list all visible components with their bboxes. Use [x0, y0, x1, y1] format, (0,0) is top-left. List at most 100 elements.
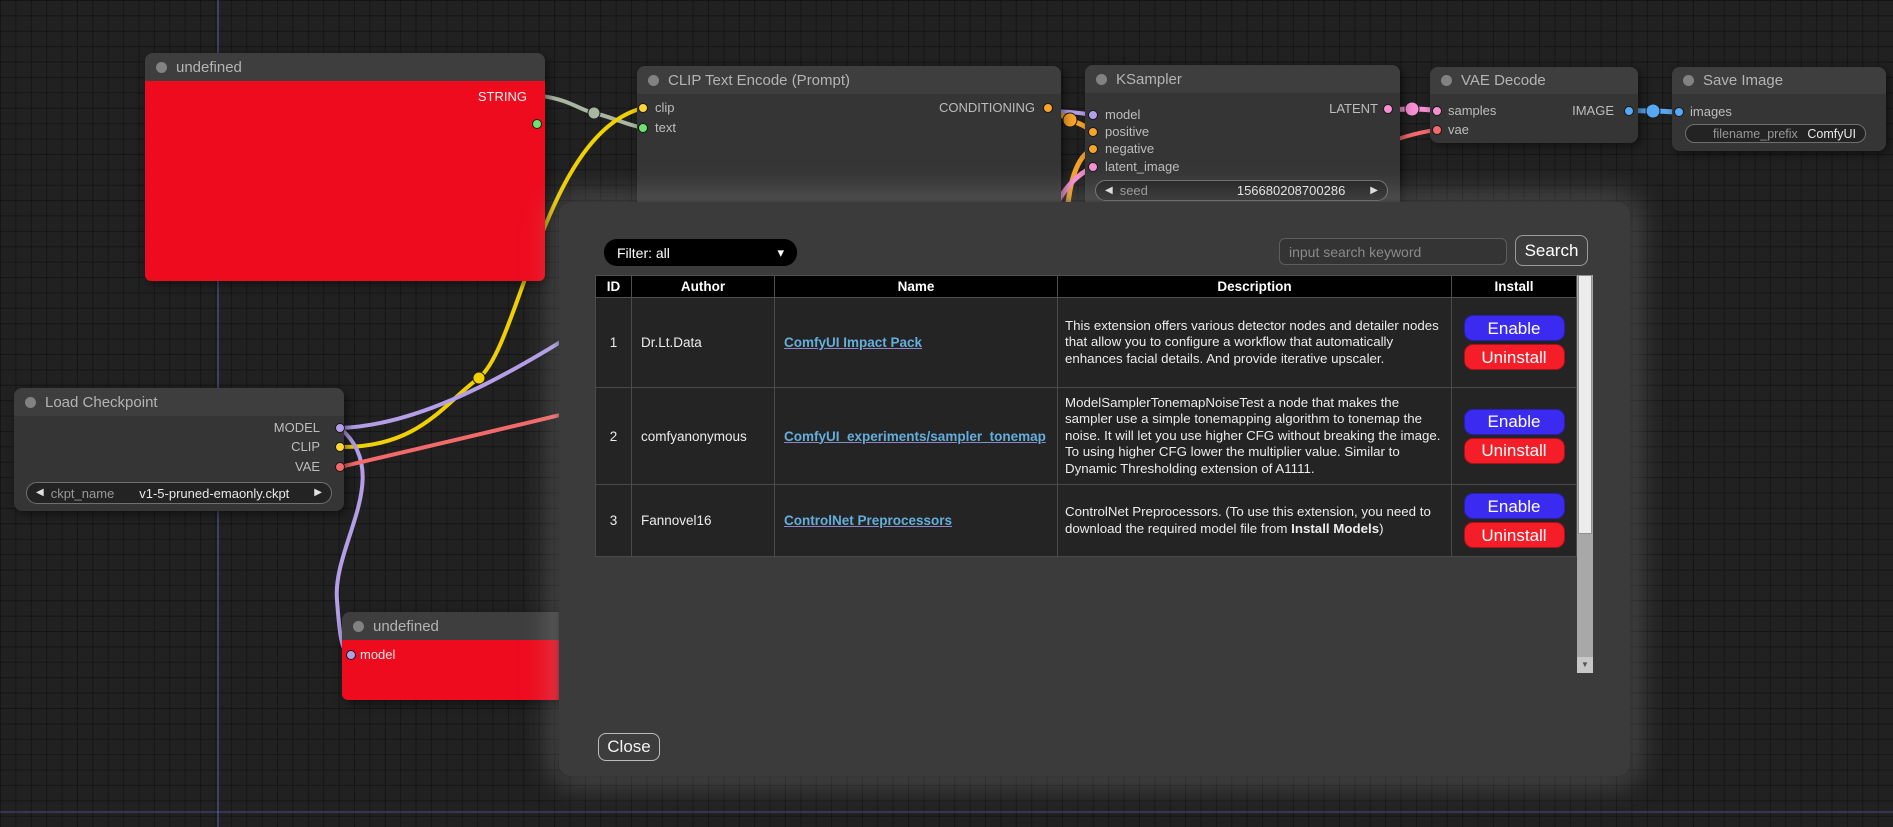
node-title: Save Image — [1703, 72, 1783, 89]
row-description: ModelSamplerTonemapNoiseTest a node that… — [1058, 388, 1452, 485]
input-dot-model[interactable] — [1088, 110, 1098, 120]
input-slot-model: model — [1105, 107, 1140, 123]
close-button[interactable]: Close — [598, 733, 660, 761]
reroute-dot-latent — [1405, 102, 1419, 116]
node-body: samples vae IMAGE — [1430, 94, 1638, 143]
collapse-dot-icon[interactable] — [25, 397, 36, 408]
row-author: comfyanonymous — [632, 388, 775, 485]
header-description: Description — [1058, 276, 1452, 298]
extension-link[interactable]: ComfyUI_experiments/sampler_tonemap — [784, 429, 1046, 444]
row-id: 1 — [596, 298, 632, 388]
node-title: VAE Decode — [1461, 72, 1546, 89]
output-dot-latent[interactable] — [1383, 104, 1393, 114]
table-row: 2 comfyanonymous ComfyUI_experiments/sam… — [596, 388, 1577, 485]
node-header[interactable]: VAE Decode — [1430, 67, 1638, 94]
node-undefined-top[interactable]: undefined STRING — [145, 53, 545, 281]
decrement-arrow-icon[interactable]: ◀ — [1105, 186, 1113, 196]
output-dot-image[interactable] — [1624, 106, 1634, 116]
row-id: 3 — [596, 485, 632, 557]
input-slot-model: model — [360, 647, 395, 663]
collapse-dot-icon[interactable] — [1096, 74, 1107, 85]
node-header[interactable]: Save Image — [1672, 67, 1886, 94]
enable-button[interactable]: Enable — [1464, 493, 1565, 519]
node-header[interactable]: CLIP Text Encode (Prompt) — [637, 66, 1061, 94]
seed-widget-label: seed — [1120, 183, 1148, 198]
enable-button[interactable]: Enable — [1464, 315, 1565, 341]
input-dot-vae[interactable] — [1432, 125, 1442, 135]
node-vae-decode[interactable]: VAE Decode samples vae IMAGE — [1430, 67, 1638, 143]
output-slot-string: STRING — [478, 89, 527, 105]
input-slot-positive: positive — [1105, 124, 1149, 140]
input-dot-images[interactable] — [1674, 107, 1684, 117]
input-dot-positive[interactable] — [1088, 127, 1098, 137]
uninstall-button[interactable]: Uninstall — [1464, 522, 1565, 548]
node-title: KSampler — [1116, 71, 1182, 88]
node-body: images filename_prefix ComfyUI — [1672, 94, 1886, 151]
header-name: Name — [775, 276, 1058, 298]
output-slot-model: MODEL — [274, 420, 320, 436]
collapse-dot-icon[interactable] — [1683, 75, 1694, 86]
node-header[interactable]: KSampler — [1085, 65, 1400, 93]
table-scrollbar[interactable]: ▼ — [1577, 275, 1593, 673]
uninstall-button[interactable]: Uninstall — [1464, 438, 1565, 464]
node-title: undefined — [373, 618, 439, 635]
output-dot-vae[interactable] — [335, 462, 345, 472]
node-header[interactable]: undefined — [145, 53, 545, 81]
output-dot-conditioning[interactable] — [1043, 103, 1053, 113]
node-ksampler[interactable]: KSampler model positive negative latent_… — [1085, 65, 1400, 215]
ckpt-name-value: v1-5-pruned-emaonly.ckpt — [139, 486, 289, 501]
next-arrow-icon[interactable]: ▶ — [314, 488, 322, 498]
chevron-down-icon: ▾ — [777, 245, 784, 261]
node-load-checkpoint[interactable]: Load Checkpoint MODEL CLIP VAE ◀ ckpt_na… — [14, 388, 344, 511]
filename-prefix-widget[interactable]: filename_prefix ComfyUI — [1685, 124, 1866, 143]
row-description: ControlNet Preprocessors. (To use this e… — [1058, 485, 1452, 557]
scrollbar-thumb[interactable] — [1578, 275, 1592, 534]
output-slot-image: IMAGE — [1572, 103, 1614, 119]
input-slot-images: images — [1690, 104, 1732, 120]
input-slot-samples: samples — [1448, 103, 1496, 119]
extension-link[interactable]: ControlNet Preprocessors — [784, 513, 952, 528]
reroute-dot-conditioning — [1063, 113, 1077, 127]
ckpt-name-widget[interactable]: ◀ ckpt_name v1-5-pruned-emaonly.ckpt ▶ — [26, 482, 332, 504]
search-button[interactable]: Search — [1515, 235, 1588, 266]
output-dot-string[interactable] — [532, 119, 542, 129]
row-description: This extension offers various detector n… — [1058, 298, 1452, 388]
output-dot-model[interactable] — [335, 423, 345, 433]
increment-arrow-icon[interactable]: ▶ — [1370, 186, 1378, 196]
input-slot-vae: vae — [1448, 122, 1469, 138]
input-slot-negative: negative — [1105, 141, 1154, 157]
scrollbar-down-button[interactable]: ▼ — [1577, 657, 1593, 673]
prev-arrow-icon[interactable]: ◀ — [36, 488, 44, 498]
input-dot-model[interactable] — [346, 650, 356, 660]
filename-prefix-value: ComfyUI — [1807, 127, 1856, 141]
input-dot-clip[interactable] — [638, 103, 648, 113]
node-save-image[interactable]: Save Image images filename_prefix ComfyU… — [1672, 67, 1886, 151]
collapse-dot-icon[interactable] — [1441, 75, 1452, 86]
node-title: undefined — [176, 59, 242, 76]
input-slot-text: text — [655, 120, 676, 136]
filename-prefix-label: filename_prefix — [1713, 127, 1798, 141]
reroute-dot-clip — [473, 372, 485, 384]
collapse-dot-icon[interactable] — [648, 75, 659, 86]
node-body: MODEL CLIP VAE ◀ ckpt_name v1-5-pruned-e… — [14, 416, 344, 511]
extensions-table: ID Author Name Description Install 1 Dr.… — [595, 275, 1577, 557]
extension-link[interactable]: ComfyUI Impact Pack — [784, 335, 922, 350]
input-dot-negative[interactable] — [1088, 144, 1098, 154]
enable-button[interactable]: Enable — [1464, 409, 1565, 435]
seed-widget[interactable]: ◀ seed 156680208700286 ▶ — [1095, 180, 1388, 201]
input-dot-samples[interactable] — [1432, 106, 1442, 116]
collapse-dot-icon[interactable] — [353, 621, 364, 632]
header-install: Install — [1452, 276, 1577, 298]
ckpt-name-label: ckpt_name — [51, 486, 115, 501]
collapse-dot-icon[interactable] — [156, 62, 167, 73]
input-dot-latent-image[interactable] — [1088, 162, 1098, 172]
filter-select[interactable]: Filter: all ▾ — [604, 239, 797, 266]
node-header[interactable]: Load Checkpoint — [14, 388, 344, 416]
table-header-row: ID Author Name Description Install — [596, 276, 1577, 298]
search-input[interactable] — [1279, 238, 1507, 265]
row-id: 2 — [596, 388, 632, 485]
output-dot-clip[interactable] — [335, 442, 345, 452]
input-dot-text[interactable] — [638, 123, 648, 133]
extensions-table-container: ID Author Name Description Install 1 Dr.… — [595, 275, 1592, 673]
uninstall-button[interactable]: Uninstall — [1464, 344, 1565, 370]
